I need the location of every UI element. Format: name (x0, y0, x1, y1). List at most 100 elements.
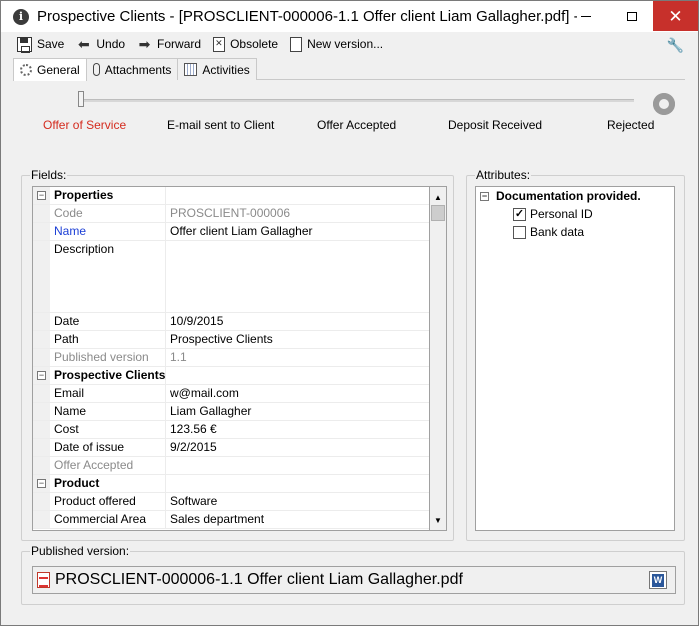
property-row[interactable]: Name Liam Gallagher (33, 403, 429, 421)
checkbox-checked[interactable]: ✓ (513, 207, 526, 221)
property-name: Cost (50, 421, 166, 438)
property-value[interactable]: w@mail.com (166, 385, 429, 402)
maximize-button[interactable] (615, 1, 649, 31)
fields-label: Fields: (30, 168, 68, 182)
category-name: Prospective Clients (50, 367, 166, 384)
save-button[interactable]: Save (17, 36, 65, 53)
gear-icon[interactable] (650, 84, 679, 118)
undo-label: Undo (96, 37, 126, 51)
property-value[interactable]: Sales department (166, 511, 429, 528)
maximize-icon (627, 11, 637, 21)
info-icon: i (13, 8, 29, 25)
property-row[interactable]: Date of issue 9/2/2015 (33, 439, 429, 457)
property-value[interactable]: Prospective Clients (166, 331, 429, 348)
forward-button[interactable]: ➡ Forward (137, 36, 202, 52)
property-name: Description (50, 241, 166, 312)
tab-attachments-label: Attachments (104, 62, 172, 77)
property-grid-scrollbar[interactable]: ▲ ▼ (430, 186, 447, 531)
property-grid: − Properties Code PROSCLIENT-000006 Name Of… (32, 186, 430, 531)
checkbox-unchecked[interactable] (513, 225, 526, 239)
scroll-down-icon[interactable]: ▼ (430, 512, 446, 528)
document-window: i Prospective Clients - [PROSCLIENT-0000… (0, 0, 699, 626)
category-row[interactable]: − Prospective Clients (33, 367, 429, 385)
attribute-bank-data[interactable]: Bank data (513, 225, 584, 239)
workflow-stage-email-sent[interactable]: E-mail sent to Client (167, 118, 274, 132)
property-name: Date of issue (50, 439, 166, 456)
undo-icon: ⬅ (77, 35, 90, 52)
undo-button[interactable]: ⬅ Undo (76, 35, 126, 52)
property-row[interactable]: Cost 123.56 € (33, 421, 429, 439)
property-name: Published version (50, 349, 166, 366)
property-value[interactable]: Offer client Liam Gallagher (166, 223, 429, 240)
workflow-stage-rejected[interactable]: Rejected (607, 118, 654, 132)
category-row[interactable]: − Product (33, 475, 429, 493)
new-version-button[interactable]: New version... (290, 36, 384, 52)
property-value: 1.1 (170, 350, 187, 364)
wrench-icon[interactable]: 🔧 (667, 37, 684, 54)
tab-attachments[interactable]: Attachments (85, 58, 179, 80)
property-row[interactable]: Path Prospective Clients (33, 331, 429, 349)
obsolete-button[interactable]: Obsolete (213, 36, 279, 52)
published-file-field[interactable]: PROSCLIENT-000006-1.1 Offer client Liam … (32, 566, 676, 594)
attribute-label: Personal ID (530, 207, 593, 221)
obsolete-icon (213, 36, 226, 52)
save-label: Save (37, 37, 65, 51)
open-word-button[interactable]: W (649, 571, 667, 589)
forward-label: Forward (157, 37, 202, 51)
minimize-button[interactable] (569, 1, 603, 31)
category-name: Properties (50, 187, 166, 204)
property-row[interactable]: Description (33, 241, 429, 313)
property-name: Date (50, 313, 166, 330)
category-row[interactable]: − Properties (33, 187, 429, 205)
collapse-icon[interactable]: − (37, 191, 46, 200)
collapse-icon[interactable]: − (480, 191, 489, 201)
save-icon (17, 36, 32, 53)
obsolete-label: Obsolete (230, 37, 279, 51)
property-name: Email (50, 385, 166, 402)
property-row[interactable]: Email w@mail.com (33, 385, 429, 403)
property-value[interactable] (166, 241, 429, 312)
property-row[interactable]: Product offered Software (33, 493, 429, 511)
workflow-stage-marker[interactable] (78, 91, 84, 107)
property-row[interactable]: Commercial Area Sales department (33, 511, 429, 529)
toolbar: Save ⬅ Undo ➡ Forward Obsolete New versi… (1, 32, 698, 56)
minimize-icon (581, 15, 591, 17)
collapse-icon[interactable]: − (37, 479, 46, 488)
property-row[interactable]: Date 10/9/2015 (33, 313, 429, 331)
property-value[interactable]: Software (166, 493, 429, 510)
workflow-stage-deposit-received[interactable]: Deposit Received (448, 118, 542, 132)
property-value[interactable]: 10/9/2015 (166, 313, 429, 330)
property-value (166, 457, 429, 474)
property-value[interactable]: Liam Gallagher (166, 403, 429, 420)
property-row: Code PROSCLIENT-000006 (33, 205, 429, 223)
property-row: Published version 1.1 (33, 349, 429, 367)
property-name: Code (50, 205, 166, 222)
close-button[interactable]: ✕ (653, 1, 698, 31)
new-version-label: New version... (307, 37, 384, 51)
tab-activities[interactable]: Activities (177, 58, 257, 80)
attribute-group-row[interactable]: − Documentation provided. (480, 189, 641, 203)
property-value[interactable]: 9/2/2015 (166, 439, 429, 456)
new-document-icon (290, 36, 303, 52)
property-value[interactable]: 123.56 € (166, 421, 429, 438)
gear-icon (20, 64, 32, 76)
published-file-name[interactable]: PROSCLIENT-000006-1.1 Offer client Liam … (55, 571, 463, 589)
attribute-label: Bank data (530, 225, 585, 239)
property-name: Commercial Area (50, 511, 166, 528)
property-value: PROSCLIENT-000006 (170, 206, 291, 220)
property-row[interactable]: Name Offer client Liam Gallagher (33, 223, 429, 241)
property-name: Path (50, 331, 166, 348)
tab-general[interactable]: General (13, 58, 87, 81)
property-name: Product offered (50, 493, 166, 510)
paperclip-icon (92, 63, 100, 76)
calendar-icon (184, 63, 198, 76)
workflow-stage-offer-of-service[interactable]: Offer of Service (43, 118, 126, 132)
close-icon: ✕ (668, 6, 683, 26)
scroll-up-icon[interactable]: ▲ (430, 189, 446, 205)
workflow-stage-offer-accepted[interactable]: Offer Accepted (317, 118, 396, 132)
scroll-thumb[interactable] (431, 205, 445, 221)
collapse-icon[interactable]: − (37, 371, 46, 380)
attribute-personal-id[interactable]: ✓ Personal ID (513, 207, 593, 221)
category-name: Product (50, 475, 166, 492)
published-version-label: Published version: (30, 544, 131, 558)
